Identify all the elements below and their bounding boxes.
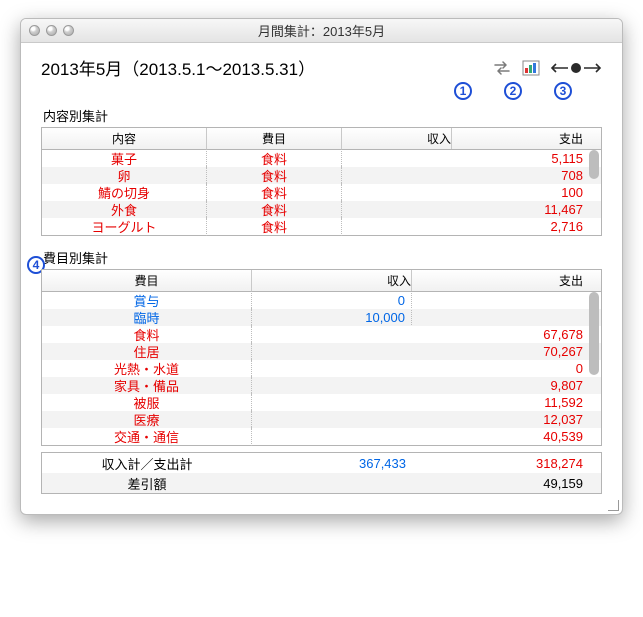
table-row[interactable]: 被服11,592	[42, 394, 601, 411]
badge-1: 1	[454, 82, 472, 100]
th-category[interactable]: 費目	[207, 128, 342, 149]
th-income[interactable]: 収入	[342, 128, 452, 149]
table-contents: 内容 費目 収入 支出 菓子食料5,115卵食料708鯖の切身食料100外食食料…	[41, 127, 602, 236]
cell-expense: 67,678	[412, 327, 601, 342]
th2-category[interactable]: 費目	[42, 270, 252, 291]
th-expense[interactable]: 支出	[452, 128, 601, 149]
cell-expense: 100	[452, 185, 601, 200]
table-row[interactable]: 食料67,678	[42, 326, 601, 343]
summary-row: 収入計／支出計367,433318,274	[42, 453, 601, 473]
cell-expense: 2,716	[452, 219, 601, 234]
cell-expense: 11,592	[412, 395, 601, 410]
prev-next-icon[interactable]	[550, 61, 602, 75]
cell-category: 食料	[207, 217, 342, 236]
cell-expense: 0	[412, 361, 601, 376]
cell-expense: 11,467	[452, 202, 601, 217]
cell-expense: 5,115	[452, 151, 601, 166]
summary-expense: 49,159	[412, 476, 601, 491]
cell-income: 0	[252, 293, 412, 308]
cell-category: 交通・通信	[42, 427, 252, 446]
summary-label: 差引額	[42, 474, 252, 493]
chart-icon[interactable]	[522, 60, 540, 76]
th-content[interactable]: 内容	[42, 128, 207, 149]
table-row[interactable]: 鯖の切身食料100	[42, 184, 601, 201]
cell-expense: 70,267	[412, 344, 601, 359]
table-categories: 費目 収入 支出 賞与0臨時10,000食料67,678住居70,267光熱・水…	[41, 269, 602, 446]
table-row[interactable]: 菓子食料5,115	[42, 150, 601, 167]
cell-expense: 12,037	[412, 412, 601, 427]
table-row[interactable]: 卵食料708	[42, 167, 601, 184]
summary-label: 収入計／支出計	[42, 454, 252, 473]
table-row[interactable]: 医療12,037	[42, 411, 601, 428]
period-label: 2013年5月（2013.5.1〜2013.5.31）	[41, 55, 315, 80]
cell-expense: 9,807	[412, 378, 601, 393]
cell-content: ヨーグルト	[42, 217, 207, 236]
titlebar: 月間集計：2013年5月	[21, 19, 622, 43]
table-row[interactable]: 賞与0	[42, 292, 601, 309]
section2-label: 費目別集計	[43, 248, 602, 267]
th2-income[interactable]: 収入	[252, 270, 412, 291]
table-row[interactable]: 光熱・水道0	[42, 360, 601, 377]
badge-2: 2	[504, 82, 522, 100]
cell-expense: 708	[452, 168, 601, 183]
scrollbar[interactable]	[589, 292, 599, 443]
cell-income: 10,000	[252, 310, 412, 325]
table-row[interactable]: 外食食料11,467	[42, 201, 601, 218]
table-row[interactable]: 住居70,267	[42, 343, 601, 360]
window-title: 月間集計：2013年5月	[21, 21, 622, 40]
section1-label: 内容別集計	[43, 106, 602, 125]
summary-income: 367,433	[252, 456, 412, 471]
table-row[interactable]: 交通・通信 40,539	[42, 428, 601, 445]
cell-expense: 40,539	[412, 429, 601, 444]
summary-expense: 318,274	[412, 456, 601, 471]
table-row[interactable]: 家具・備品9,807	[42, 377, 601, 394]
summary-row: 差引額 49,159	[42, 473, 601, 493]
summary-table: 収入計／支出計367,433318,274差引額49,159	[41, 452, 602, 494]
swap-icon[interactable]	[492, 60, 512, 76]
scrollbar[interactable]	[589, 150, 599, 233]
resize-handle-icon[interactable]	[607, 499, 619, 511]
table-row[interactable]: 臨時10,000	[42, 309, 601, 326]
th2-expense[interactable]: 支出	[412, 270, 601, 291]
window: 月間集計：2013年5月 2013年5月（2013.5.1〜2013.5.31）	[20, 18, 623, 515]
table-row[interactable]: ヨーグルト食料 2,716	[42, 218, 601, 235]
badge-3: 3	[554, 82, 572, 100]
